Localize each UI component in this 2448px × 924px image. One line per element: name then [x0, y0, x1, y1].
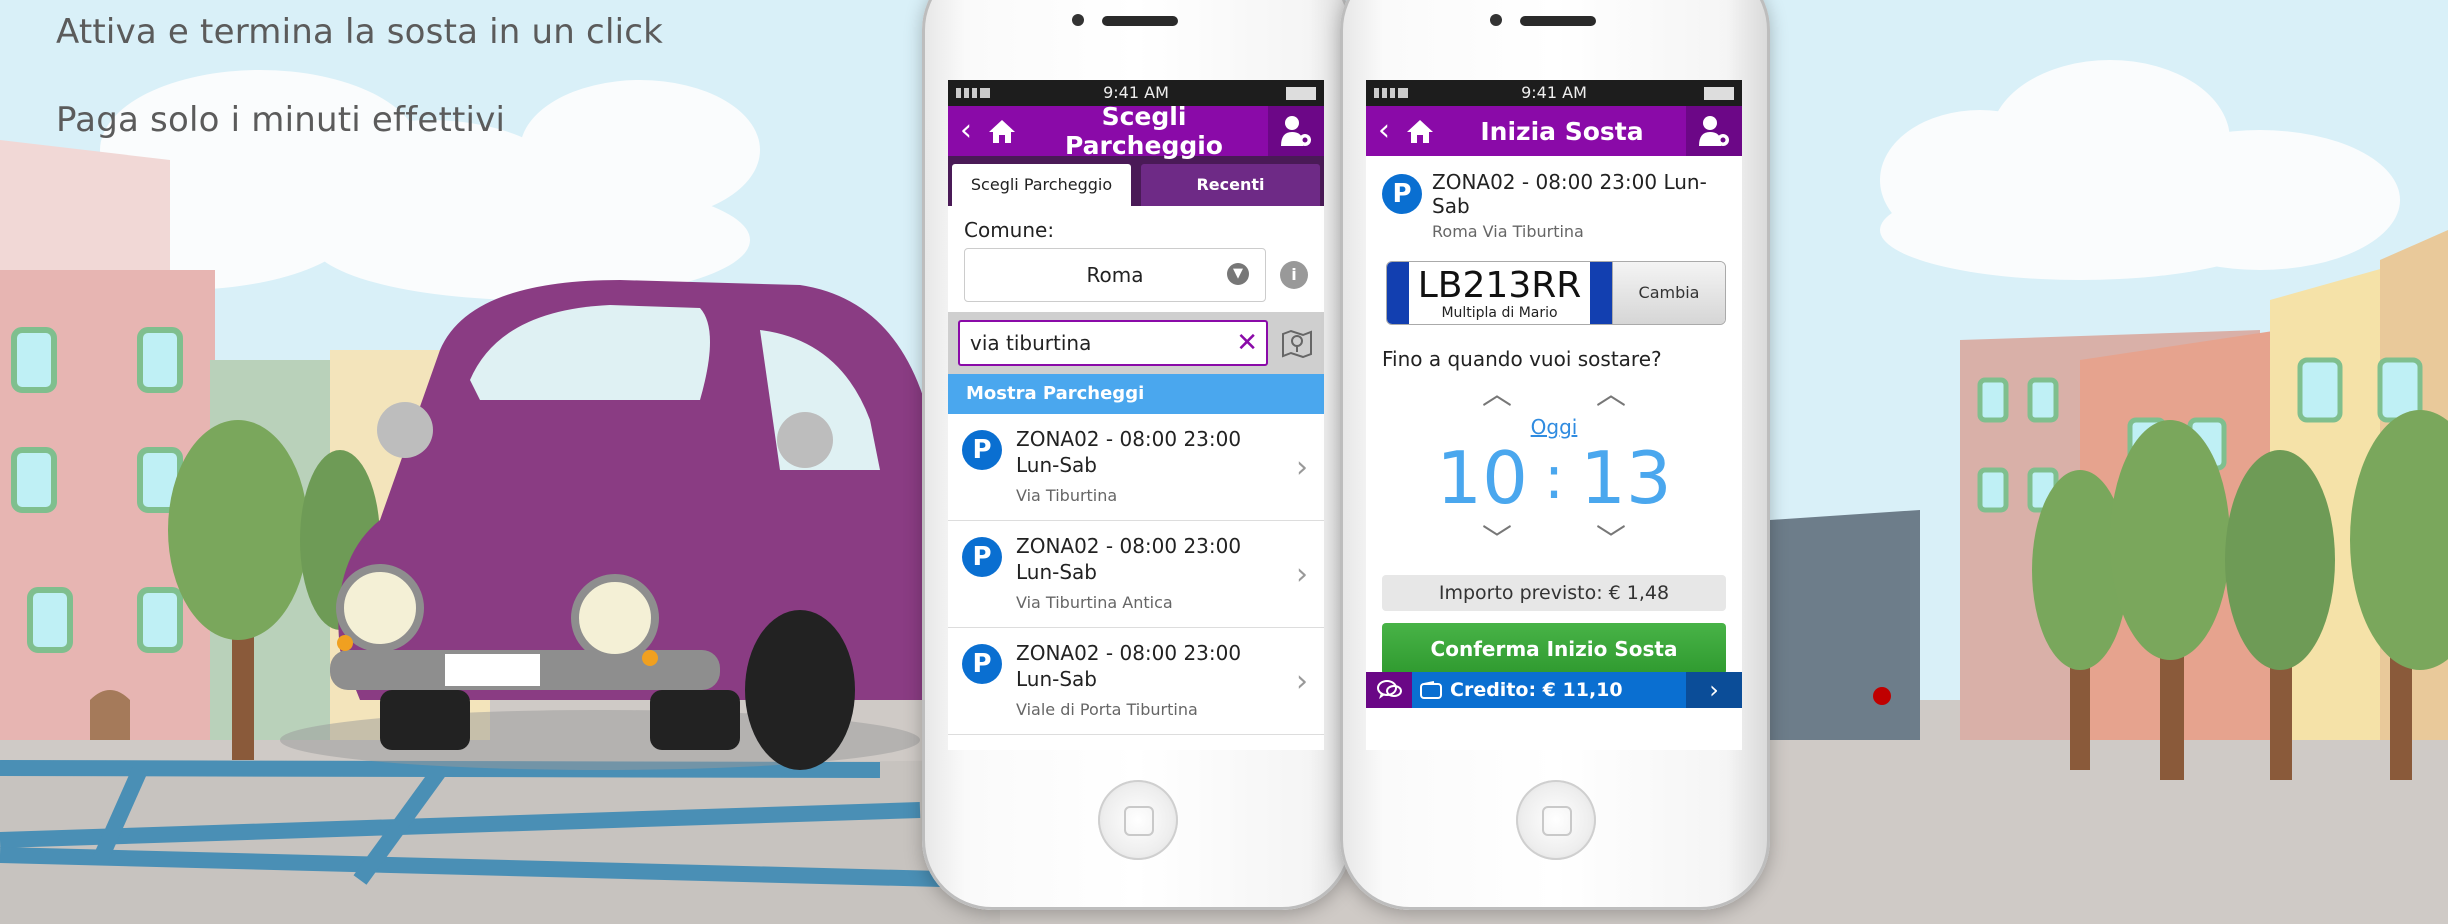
list-item[interactable]: P ZONA02 - 08:00 23:00 Lun-Sab Via Tibur…	[948, 414, 1324, 521]
promo-line-2: Paga solo i minuti effettivi	[56, 100, 506, 140]
plate-number: LB213RR	[1417, 265, 1582, 306]
eu-flag-icon	[1387, 262, 1409, 324]
decrement-arrows: ﹀ ﹀	[1366, 515, 1742, 559]
parking-icon: P	[962, 537, 1002, 577]
earpiece-speaker	[1520, 16, 1596, 26]
comune-value: Roma	[1086, 263, 1144, 287]
status-time: 9:41 AM	[1103, 83, 1169, 102]
time-separator: :	[1543, 443, 1565, 513]
parking-icon: P	[962, 644, 1002, 684]
tab-recenti[interactable]: Recenti	[1141, 164, 1320, 206]
search-bar: ✕	[948, 312, 1324, 374]
duration-question: Fino a quando vuoi sostare?	[1382, 347, 1662, 371]
chevron-right-icon: ›	[1296, 557, 1308, 592]
vehicle-model: Multipla di Mario	[1441, 305, 1558, 321]
end-time-display: 10 : 13	[1366, 439, 1742, 517]
chevron-left-icon[interactable]: ‹	[948, 106, 984, 156]
day-link[interactable]: Oggi	[1366, 415, 1742, 439]
signal-icon	[956, 88, 990, 98]
red-dot	[1873, 687, 1891, 705]
wallet-icon	[1418, 681, 1444, 699]
chat-icon[interactable]	[1366, 672, 1412, 708]
list-item-subtitle: Viale di Porta Tiburtina	[1016, 700, 1198, 719]
credit-balance: Credito: € 11,10	[1450, 679, 1623, 701]
list-item-title: ZONA02 - 08:00 23:00 Lun-Sab	[1016, 427, 1242, 477]
list-item[interactable]: P ZONA02 - 08:00 23:00 Lun-Sab Viale di …	[948, 628, 1324, 735]
page-title: Scegli Parcheggio	[1065, 102, 1223, 160]
plate-side-band	[1590, 262, 1612, 324]
list-item-subtitle: Via Tiburtina	[1016, 486, 1118, 505]
chevron-right-icon: ›	[1296, 664, 1308, 699]
comune-select[interactable]: Roma ▼	[964, 248, 1266, 302]
signal-icon	[1374, 88, 1408, 98]
hour-down-icon[interactable]: ﹀	[1477, 515, 1517, 559]
home-icon[interactable]	[984, 106, 1020, 156]
minute-up-icon[interactable]: ︿	[1591, 369, 1631, 413]
zone-title: ZONA02 - 08:00 23:00 Lun-Sab	[1432, 170, 1707, 218]
credit-bar[interactable]: Credito: € 11,10 ›	[1366, 672, 1742, 708]
phone-mockup-scegli-parcheggio: 9:41 AM ‹ Scegli Parcheggio Scegli Parch…	[922, 0, 1352, 910]
user-settings-icon[interactable]	[1686, 106, 1742, 156]
list-item-title: ZONA02 - 08:00 23:00 Lun-Sab	[1016, 534, 1242, 584]
search-input[interactable]	[968, 330, 1237, 356]
zone-subtitle: Roma Via Tiburtina	[1432, 222, 1584, 241]
chevron-right-icon: ›	[1296, 450, 1308, 485]
tab-scegli-parcheggio[interactable]: Scegli Parcheggio	[952, 164, 1131, 206]
chevron-down-icon: ▼	[1227, 263, 1249, 285]
user-settings-icon[interactable]	[1268, 106, 1324, 156]
parking-icon: P	[962, 430, 1002, 470]
clear-icon[interactable]: ✕	[1236, 330, 1258, 356]
list-item[interactable]: P ZONA02 - 08:00 23:00 Lun-Sab Via Tibur…	[948, 521, 1324, 628]
phone-screen: 9:41 AM ‹ Inizia Sosta P ZONA02 - 08:00 …	[1366, 80, 1742, 750]
phone-screen: 9:41 AM ‹ Scegli Parcheggio Scegli Parch…	[948, 80, 1324, 750]
cambia-button[interactable]: Cambia	[1612, 262, 1725, 324]
earpiece-speaker	[1102, 16, 1178, 26]
promo-line-1: Attiva e termina la sosta in un click	[56, 12, 664, 52]
nav-bar: ‹ Scegli Parcheggio	[948, 102, 1324, 160]
info-icon[interactable]: i	[1280, 261, 1308, 289]
battery-icon	[1286, 87, 1316, 100]
hour-up-icon[interactable]: ︿	[1477, 369, 1517, 413]
home-icon[interactable]	[1402, 106, 1438, 156]
comune-label: Comune:	[964, 218, 1055, 242]
battery-icon	[1704, 87, 1734, 100]
confirm-start-button[interactable]: Conferma Inizio Sosta	[1382, 623, 1726, 675]
map-pin-icon[interactable]	[1280, 326, 1314, 360]
license-plate: LB213RR Multipla di Mario Cambia	[1386, 261, 1726, 325]
list-item-subtitle: Via Tiburtina Antica	[1016, 593, 1173, 612]
page-title: Inizia Sosta	[1480, 116, 1644, 146]
hours-value[interactable]: 10	[1436, 439, 1528, 517]
estimated-amount: Importo previsto: € 1,48	[1382, 575, 1726, 611]
chevron-right-icon[interactable]: ›	[1686, 672, 1742, 708]
tab-bar: Scegli Parcheggio Recenti	[948, 156, 1324, 206]
status-time: 9:41 AM	[1521, 83, 1587, 102]
parking-icon: P	[1382, 174, 1422, 214]
list-item-title: ZONA02 - 08:00 23:00 Lun-Sab	[1016, 641, 1242, 691]
minute-down-icon[interactable]: ﹀	[1591, 515, 1631, 559]
minutes-value[interactable]: 13	[1580, 439, 1672, 517]
home-button[interactable]	[1516, 780, 1596, 860]
home-button[interactable]	[1098, 780, 1178, 860]
nav-bar: ‹ Inizia Sosta	[1366, 106, 1742, 156]
front-camera	[1072, 14, 1084, 26]
zone-header: P ZONA02 - 08:00 23:00 Lun-Sab Roma Via …	[1366, 156, 1742, 241]
front-camera	[1490, 14, 1502, 26]
chevron-left-icon[interactable]: ‹	[1366, 106, 1402, 156]
section-header-mostra-parcheggi: Mostra Parcheggi	[948, 374, 1324, 414]
phone-mockup-inizia-sosta: 9:41 AM ‹ Inizia Sosta P ZONA02 - 08:00 …	[1340, 0, 1770, 910]
search-field: ✕	[958, 320, 1268, 366]
comune-row: Roma ▼ i	[948, 248, 1324, 302]
status-bar: 9:41 AM	[1366, 80, 1742, 106]
increment-arrows: ︿ ︿	[1366, 369, 1742, 413]
